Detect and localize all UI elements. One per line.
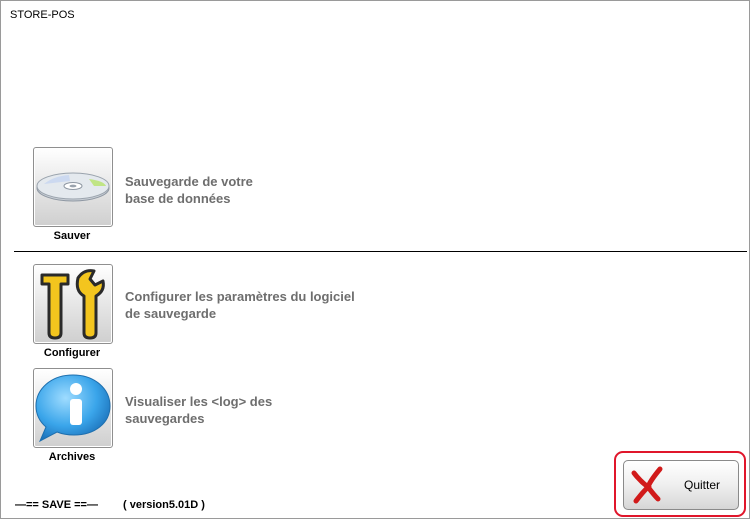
configure-label: Configurer xyxy=(43,347,101,359)
save-tile-button[interactable] xyxy=(33,147,113,227)
app-window: STORE-POS Sauver Sauvegarde de votre bas… xyxy=(0,0,750,519)
disc-icon xyxy=(36,172,110,202)
archives-description: Visualiser les <log> des sauvegardes xyxy=(125,394,273,426)
version-text: ( version5.01D ) xyxy=(123,499,205,511)
quit-label: Quitter xyxy=(684,478,721,492)
window-title: STORE-POS xyxy=(10,9,75,21)
archives-label: Archives xyxy=(48,451,96,463)
quit-button[interactable]: Quitter xyxy=(623,460,739,510)
configure-tile-button[interactable] xyxy=(33,264,113,344)
archives-tile-button[interactable] xyxy=(33,368,113,448)
save-footer-text: —== SAVE ==— xyxy=(15,499,98,511)
section-separator xyxy=(14,251,747,252)
save-label: Sauver xyxy=(53,230,91,242)
red-x-icon xyxy=(631,466,663,504)
quit-highlight: Quitter xyxy=(614,451,746,517)
save-description: Sauvegarde de votre base de données xyxy=(125,174,253,206)
info-bubble-icon xyxy=(35,374,111,443)
tools-icon xyxy=(40,269,105,340)
configure-description: Configurer les paramètres du logiciel de… xyxy=(125,289,355,321)
